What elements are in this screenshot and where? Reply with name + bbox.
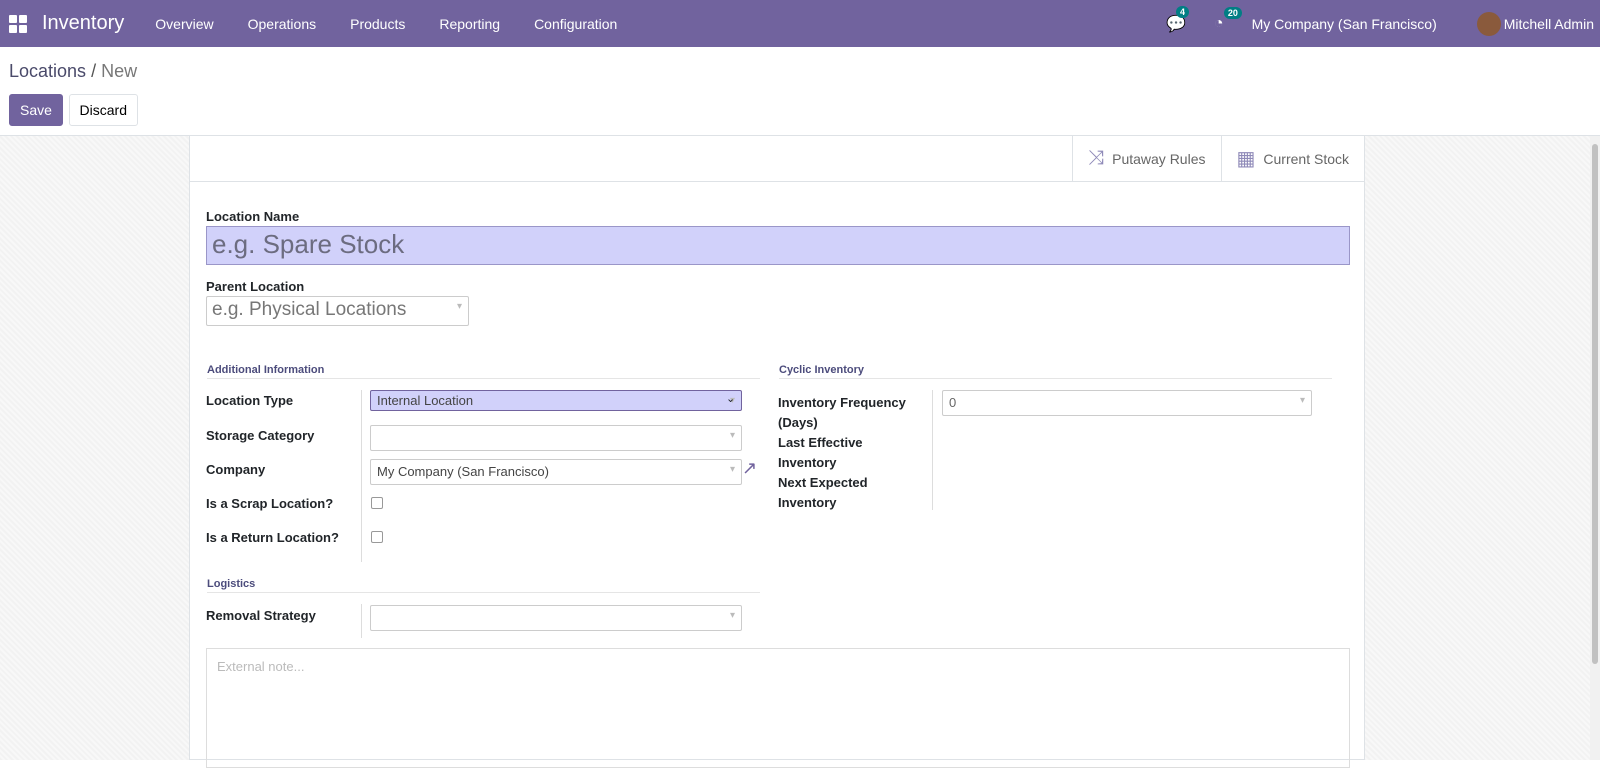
- form-sheet: ⤨ Putaway Rules ▦ Current Stock Location N…: [189, 136, 1365, 760]
- return-location-checkbox[interactable]: [371, 531, 383, 543]
- last-effective-inventory-label: Last Effective Inventory: [778, 433, 888, 473]
- inventory-frequency-label: Inventory Frequency (Days): [778, 393, 918, 433]
- external-note-textarea[interactable]: External note...: [206, 648, 1350, 768]
- scrap-location-checkbox[interactable]: [371, 497, 383, 509]
- save-button[interactable]: Save: [9, 94, 63, 126]
- cyclic-inventory-header: Cyclic Inventory: [779, 364, 1332, 379]
- parent-location-select[interactable]: e.g. Physical Locations: [206, 296, 469, 326]
- control-panel: Locations / New Save Discard: [0, 47, 1600, 136]
- external-link-icon[interactable]: ↗: [742, 458, 757, 479]
- breadcrumb-current: New: [101, 61, 137, 81]
- removal-strategy-select[interactable]: [370, 605, 742, 631]
- menu-overview[interactable]: Overview: [138, 16, 230, 32]
- messages-badge: 4: [1176, 6, 1189, 18]
- cubes-icon: ▦: [1237, 146, 1256, 171]
- menu-configuration[interactable]: Configuration: [517, 16, 634, 32]
- menu-products[interactable]: Products: [333, 16, 422, 32]
- apps-menu-icon[interactable]: [9, 15, 27, 33]
- location-type-label: Location Type: [206, 393, 293, 408]
- putaway-rules-button[interactable]: ⤨ Putaway Rules: [1072, 136, 1220, 181]
- company-select[interactable]: My Company (San Francisco): [370, 459, 742, 485]
- company-label: Company: [206, 462, 265, 477]
- current-stock-button[interactable]: ▦ Current Stock: [1221, 136, 1365, 181]
- inventory-frequency-input[interactable]: 0: [942, 390, 1312, 416]
- location-name-label: Location Name: [206, 209, 299, 224]
- messages-icon[interactable]: 💬4: [1166, 14, 1186, 34]
- form-background: ⤨ Putaway Rules ▦ Current Stock Location N…: [0, 136, 1600, 760]
- next-expected-inventory-label: Next Expected Inventory: [778, 473, 888, 513]
- storage-category-select[interactable]: [370, 425, 742, 451]
- additional-info-header: Additional Information: [207, 364, 760, 379]
- app-title[interactable]: Inventory: [42, 12, 124, 35]
- user-menu[interactable]: Mitchell Admin: [1504, 16, 1594, 32]
- avatar[interactable]: [1477, 12, 1501, 36]
- stock-label: Current Stock: [1263, 151, 1349, 167]
- location-type-select[interactable]: Internal Location: [370, 390, 742, 411]
- discard-button[interactable]: Discard: [69, 94, 138, 126]
- storage-category-label: Storage Category: [206, 428, 314, 443]
- parent-location-label: Parent Location: [206, 279, 304, 294]
- activity-icon[interactable]: ◔20: [1214, 15, 1224, 33]
- location-name-input[interactable]: e.g. Spare Stock: [206, 226, 1350, 265]
- activity-badge: 20: [1224, 7, 1242, 19]
- scrollbar[interactable]: [1590, 136, 1600, 760]
- breadcrumb-locations[interactable]: Locations: [9, 61, 86, 81]
- breadcrumb: Locations / New: [9, 61, 137, 82]
- removal-strategy-label: Removal Strategy: [206, 608, 316, 623]
- menu-operations[interactable]: Operations: [231, 16, 333, 32]
- smart-buttons: ⤨ Putaway Rules ▦ Current Stock: [190, 136, 1364, 182]
- form-buttons: Save Discard: [9, 94, 140, 126]
- company-switcher[interactable]: My Company (San Francisco): [1252, 16, 1437, 32]
- menu-reporting[interactable]: Reporting: [422, 16, 517, 32]
- putaway-label: Putaway Rules: [1112, 151, 1205, 167]
- shuffle-icon: ⤨: [1088, 147, 1104, 170]
- top-navbar: Inventory Overview Operations Products R…: [0, 0, 1600, 47]
- scrap-location-label: Is a Scrap Location?: [206, 496, 333, 511]
- return-location-label: Is a Return Location?: [206, 530, 339, 545]
- logistics-header: Logistics: [207, 578, 760, 593]
- chevron-down-icon: ⌄: [726, 392, 735, 405]
